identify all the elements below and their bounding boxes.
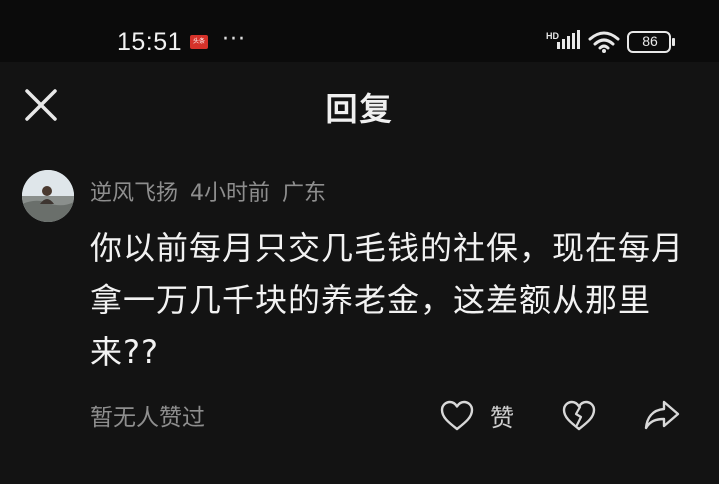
- status-more-icon: ···: [222, 27, 246, 52]
- wifi-icon: [588, 31, 620, 53]
- avatar[interactable]: [22, 170, 74, 222]
- comment-time: 4小时前: [190, 181, 271, 206]
- network-type-label: HD: [546, 31, 559, 41]
- comment-text: 你以前每月只交几毛钱的社保，现在每月拿一万几千块的养老金，这差额从那里来??: [90, 229, 685, 371]
- page-title: 回复: [325, 90, 394, 128]
- share-arrow-icon[interactable]: [643, 399, 681, 431]
- broken-heart-icon[interactable]: [562, 400, 596, 432]
- status-bar: 15:51 头条 ··· HD 86: [0, 0, 719, 62]
- app-notification-icon: 头条: [190, 35, 208, 49]
- comment-meta: 逆风飞扬 4小时前 广东: [90, 175, 338, 207]
- comment-author[interactable]: 逆风飞扬: [90, 181, 178, 206]
- like-button[interactable]: 赞: [490, 398, 514, 433]
- signal-icon: HD: [546, 30, 580, 49]
- battery-level: 86: [642, 33, 658, 49]
- status-time: 15:51: [117, 28, 183, 56]
- comment-location: 广东: [282, 181, 327, 206]
- no-likes-text: 暂无人赞过: [90, 405, 205, 431]
- heart-icon[interactable]: [440, 400, 474, 432]
